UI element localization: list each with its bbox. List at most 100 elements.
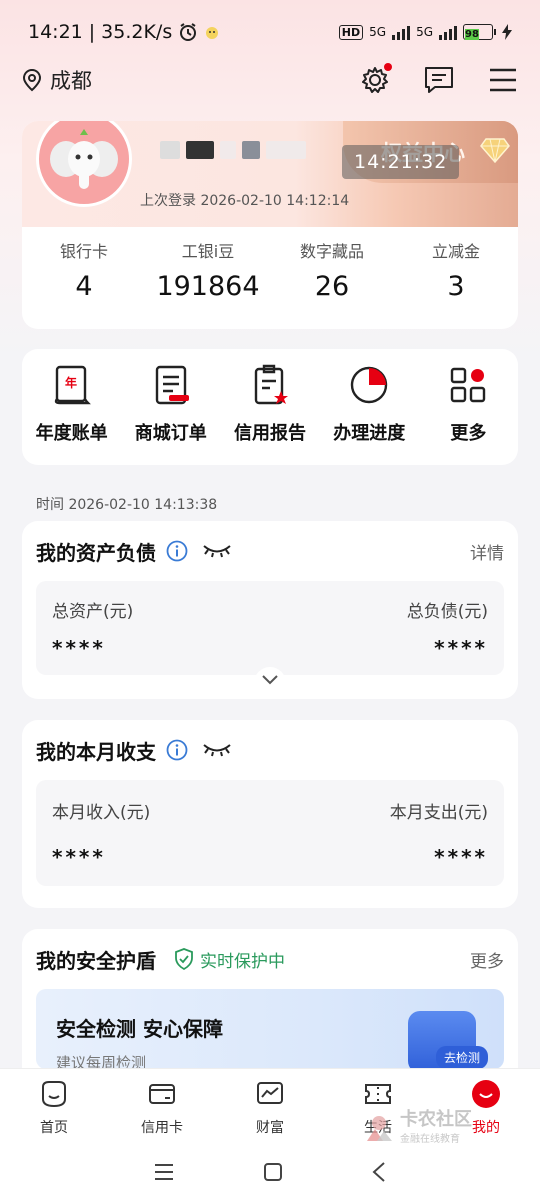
quick-label: 办理进度 [333,423,406,444]
stat-value: 3 [447,271,465,302]
menu-button[interactable] [486,63,520,97]
mall-order-icon [155,365,189,405]
hamburger-icon [490,68,516,92]
annual-bill-icon: 年 [54,365,91,405]
total-assets-value: **** [52,636,106,660]
system-nav-bar [0,1144,540,1200]
stat-value: 4 [75,271,93,302]
stat-label: 数字藏品 [299,242,364,261]
diamond-icon [480,138,510,164]
tab-home[interactable]: 首页 [0,1069,108,1144]
mine-icon [472,1080,500,1108]
tab-credit-card[interactable]: 信用卡 [108,1069,216,1144]
back-icon[interactable] [371,1161,387,1183]
chevron-down-icon [262,675,278,685]
city-label: 成都 [50,69,92,93]
quick-progress[interactable]: 办理进度 [320,363,419,465]
stat-collectibles[interactable]: 数字藏品 26 [270,239,394,302]
quick-mall-order[interactable]: 商城订单 [121,363,220,465]
network-speed: 35.2K/s [101,21,173,43]
charging-icon [502,24,512,40]
recents-icon[interactable] [153,1163,175,1181]
alarm-icon [180,23,197,41]
eye-closed-icon[interactable] [202,742,232,758]
battery-icon: 98 [463,24,496,40]
protection-status: 实时保护中 [174,947,285,972]
messages-button[interactable] [422,63,456,97]
monthly-section: 我的本月收支 本月收入(元) 本月支出(元) **** **** [22,720,518,908]
network-type-1: 5G [369,25,387,39]
quick-annual-bill[interactable]: 年 年度账单 [22,363,121,465]
profile-card: 权益中心 14:21:32 上次登录 2026-02-10 14:12:14 银… [22,121,518,329]
monthly-income-value: **** [52,845,106,869]
scan-button[interactable]: 去检测 [435,1046,488,1069]
expand-button[interactable] [254,667,286,691]
quick-actions: 年 年度账单 商城订单 信用报告 办理进度 更多 [22,349,518,465]
monthly-box: 本月收入(元) 本月支出(元) **** **** [36,780,504,886]
credit-card-icon [149,1084,175,1104]
stat-bank-cards[interactable]: 银行卡 4 [22,239,146,302]
stat-beans[interactable]: 工银i豆 191864 [146,239,270,302]
monthly-expense-label: 本月支出(元) [389,803,488,823]
security-more-link[interactable]: 更多 [470,947,504,972]
last-login: 上次登录 2026-02-10 14:12:14 [140,193,350,209]
clock: 14:21 [28,21,83,43]
monthly-expense-value: **** [434,845,488,869]
stat-label: 立减金 [431,242,480,261]
network-type-2: 5G [416,25,433,39]
security-section: 我的安全护盾 实时保护中 更多 安全检测 安心保障 建议每周检测 去检测 [22,929,518,1089]
top-nav: 成都 [0,56,540,104]
stat-label: 银行卡 [59,242,108,261]
assets-section: 我的资产负债 详情 总资产(元) 总负债(元) **** **** [22,521,518,699]
info-icon[interactable] [166,540,188,562]
info-icon[interactable] [166,739,188,761]
stat-discount[interactable]: 立减金 3 [394,239,518,302]
more-grid-icon [451,367,486,403]
total-liabilities-value: **** [434,636,488,660]
quick-label: 更多 [450,423,487,444]
monthly-title: 我的本月收支 [36,739,156,764]
monthly-income-label: 本月收入(元) [52,803,151,823]
watermark-logo-icon [367,1115,392,1141]
stat-value: 191864 [156,271,260,302]
stat-label: 工银i豆 [181,242,235,261]
elephant-avatar-icon [50,129,118,189]
battery-level: 98 [465,29,479,40]
assets-box: 总资产(元) 总负债(元) **** **** [36,581,504,691]
emoji-icon [206,27,219,39]
stats-row: 银行卡 4 工银i豆 191864 数字藏品 26 立减金 3 [22,239,518,302]
tab-label: 我的 [472,1120,500,1136]
home-icon [42,1081,66,1108]
tab-label: 首页 [40,1120,68,1136]
shield-check-icon [175,948,193,970]
stat-value: 26 [314,271,350,302]
life-ticket-icon [365,1084,391,1104]
status-divider: | [88,21,96,43]
settings-button[interactable] [358,63,392,97]
home-square-icon[interactable] [262,1161,284,1183]
svg-text:年: 年 [65,375,77,390]
quick-label: 信用报告 [234,423,306,444]
username-masked [160,141,330,165]
hd-badge: HD [338,24,364,40]
quick-label: 商城订单 [134,423,207,444]
quick-label: 年度账单 [35,423,108,444]
safety-banner[interactable]: 安全检测 安心保障 建议每周检测 去检测 [36,989,504,1069]
tab-label: 信用卡 [141,1120,183,1136]
location-icon [22,68,42,92]
protection-status-label: 实时保护中 [200,951,285,972]
tab-label: 财富 [256,1120,284,1136]
credit-report-icon [254,364,288,405]
assets-title: 我的资产负债 [36,540,156,565]
watermark-title: 卡农社区 [400,1109,472,1130]
assets-detail-link[interactable]: 详情 [470,539,504,564]
location-selector[interactable]: 成都 [20,65,92,95]
status-bar: 14:21 | 35.2K/s HD 5G 5G 98 [0,0,540,64]
time-overlay: 14:21:32 [342,145,460,179]
eye-closed-icon[interactable] [202,543,232,559]
quick-more[interactable]: 更多 [419,363,518,465]
data-timestamp: 时间 2026-02-10 14:13:38 [36,497,218,513]
tab-wealth[interactable]: 财富 [216,1069,324,1144]
quick-credit-report[interactable]: 信用报告 [220,363,319,465]
notification-dot [384,63,392,71]
